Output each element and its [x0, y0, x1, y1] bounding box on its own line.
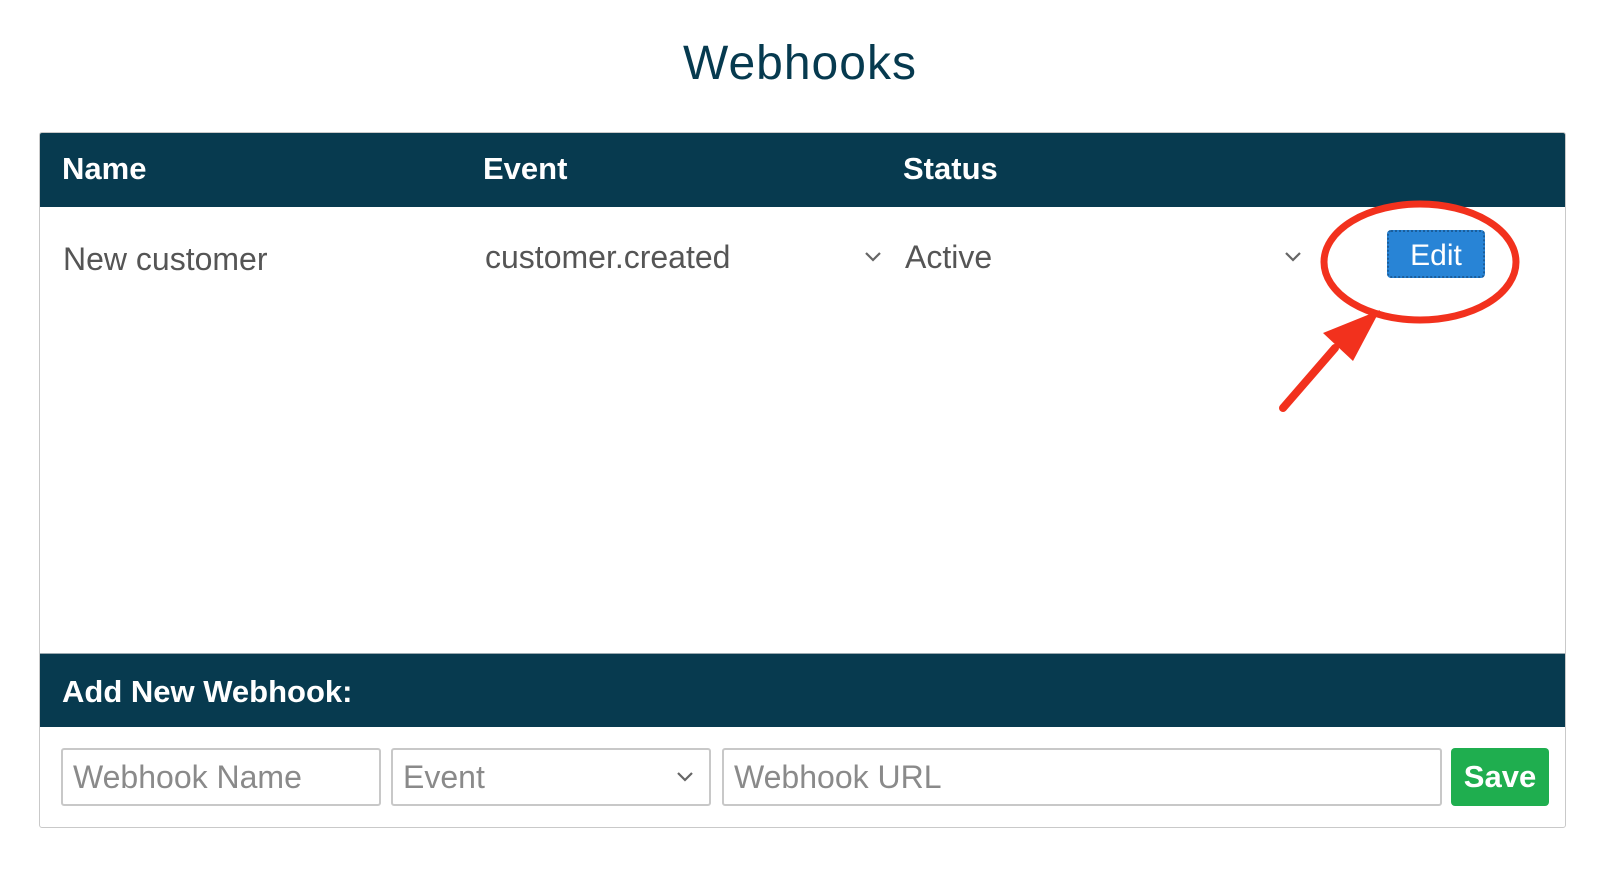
webhook-name-cell: New customer [63, 241, 268, 277]
column-header-event: Event [483, 151, 568, 186]
webhook-name-input[interactable] [61, 748, 381, 806]
webhook-url-input[interactable] [722, 748, 1442, 806]
page-title: Webhooks [683, 37, 917, 90]
chevron-down-icon [677, 772, 693, 782]
add-webhook-heading: Add New Webhook: [62, 674, 353, 709]
status-select-value: Active [905, 238, 993, 275]
webhooks-page: Webhooks Name Event Status New customer … [0, 0, 1600, 874]
event-select[interactable]: customer.created [483, 227, 893, 287]
edit-button[interactable]: Edit [1387, 230, 1485, 278]
status-select[interactable]: Active [903, 227, 1313, 287]
save-button[interactable]: Save [1451, 748, 1549, 806]
chevron-down-icon [865, 252, 881, 262]
new-event-select[interactable]: Event [391, 748, 711, 806]
column-header-status: Status [903, 151, 998, 186]
add-webhook-header: Add New Webhook: [40, 653, 1565, 727]
add-webhook-form: Event Save [40, 727, 1565, 827]
webhooks-card: Name Event Status New customer customer.… [39, 132, 1566, 828]
event-select-value: customer.created [485, 238, 731, 275]
table-header: Name Event Status [40, 133, 1565, 207]
chevron-down-icon [1285, 252, 1301, 262]
table-row: New customer customer.created Active Edi… [40, 207, 1565, 287]
column-header-name: Name [62, 151, 147, 186]
new-event-select-placeholder: Event [403, 758, 485, 795]
